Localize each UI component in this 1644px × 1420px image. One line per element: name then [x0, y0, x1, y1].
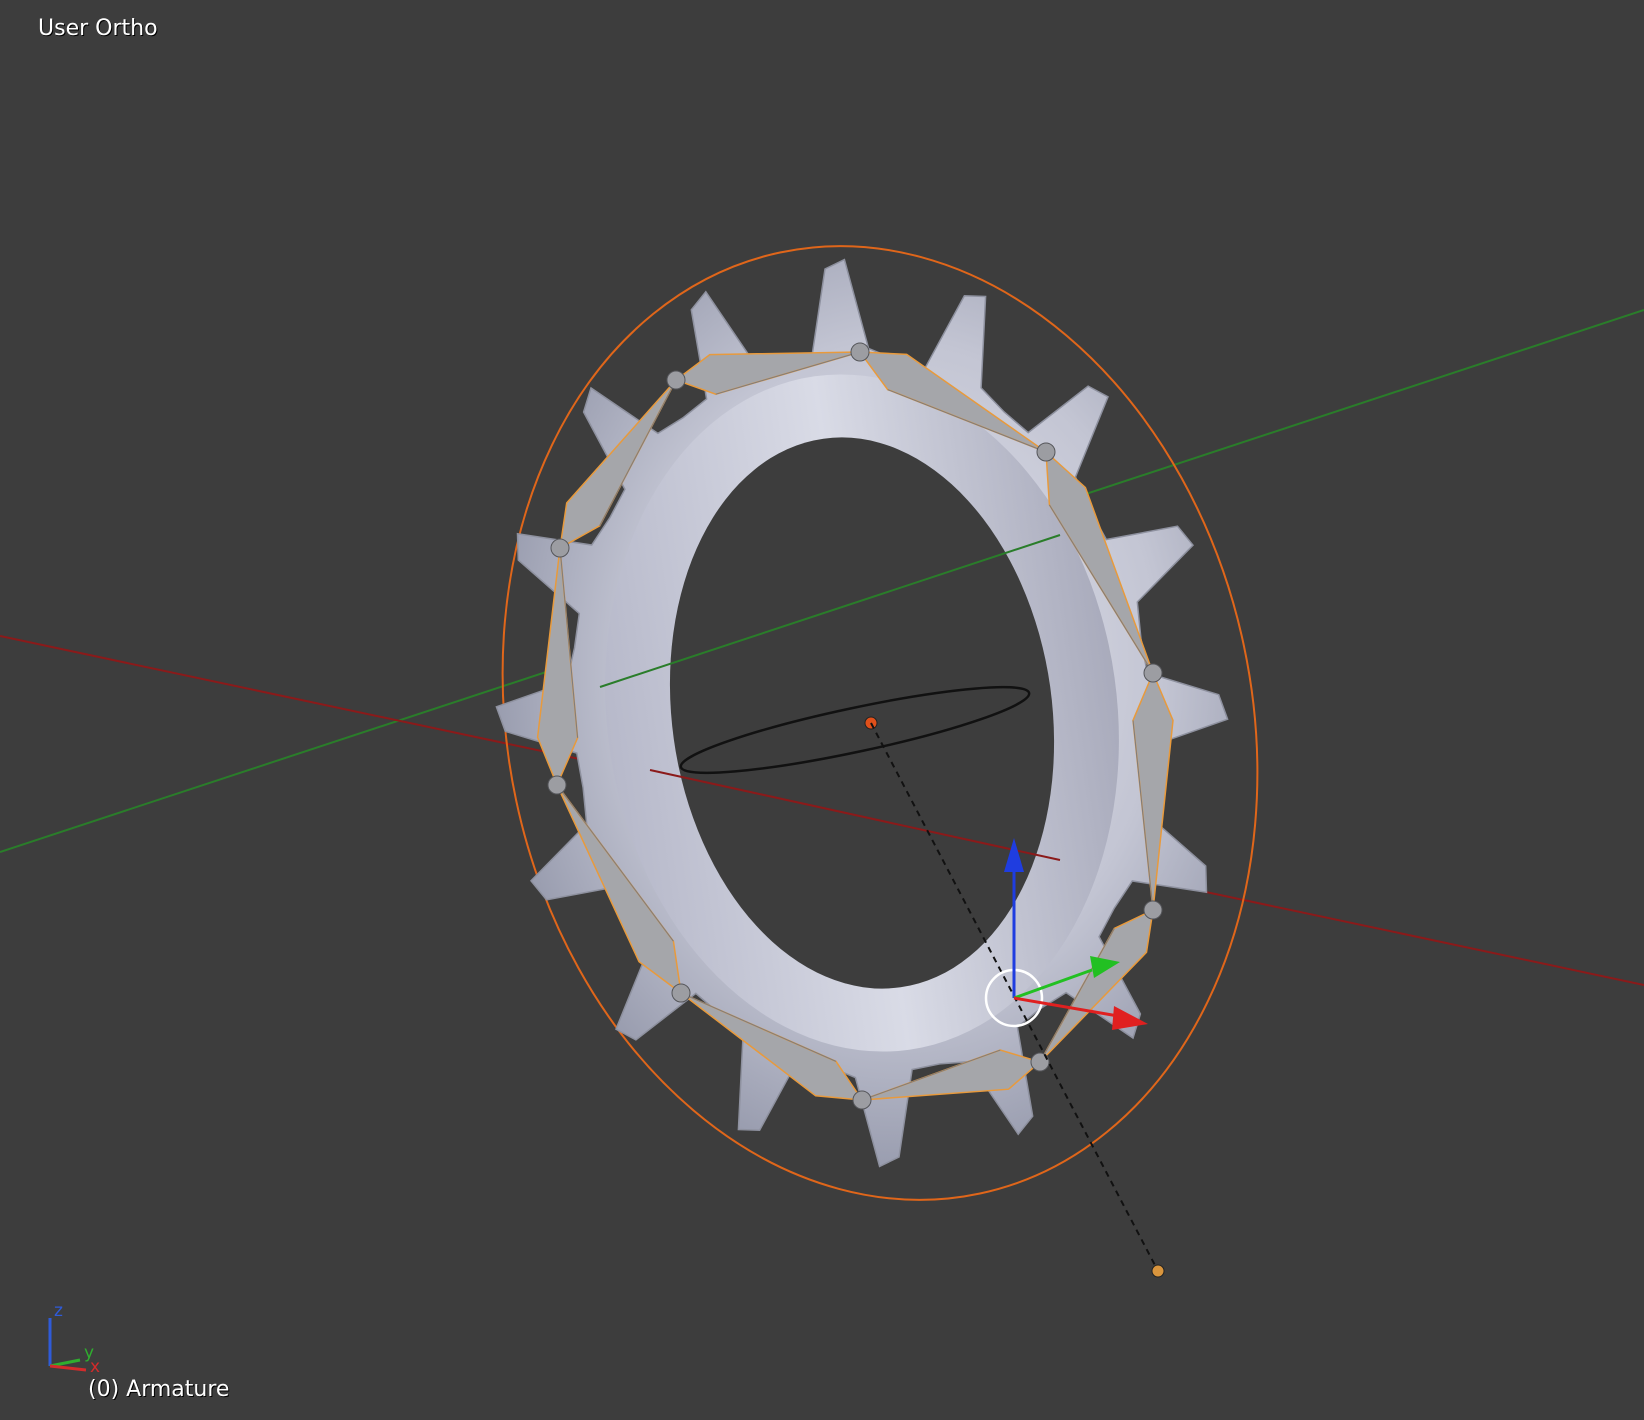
active-object-info: (0) Armature — [88, 1377, 230, 1402]
armature-joint[interactable] — [852, 1090, 872, 1110]
armature-joint[interactable] — [547, 775, 567, 795]
armature-joint[interactable] — [666, 370, 686, 390]
armature-joint[interactable] — [671, 983, 691, 1003]
axis-x-label: x — [90, 1357, 100, 1372]
armature-joint[interactable] — [1143, 900, 1163, 920]
view-label: User Ortho — [38, 16, 158, 41]
armature-joint[interactable] — [1143, 663, 1163, 683]
armature-joint[interactable] — [1036, 442, 1056, 462]
armature-joint[interactable] — [550, 538, 570, 558]
3d-viewport[interactable]: User Ortho (0) Armature z y x — [0, 0, 1644, 1420]
armature-joint[interactable] — [850, 342, 870, 362]
axis-gizmo-icon: z y x — [48, 1301, 100, 1372]
viewport-scene[interactable] — [0, 0, 1644, 1420]
axis-z-label: z — [54, 1301, 63, 1321]
